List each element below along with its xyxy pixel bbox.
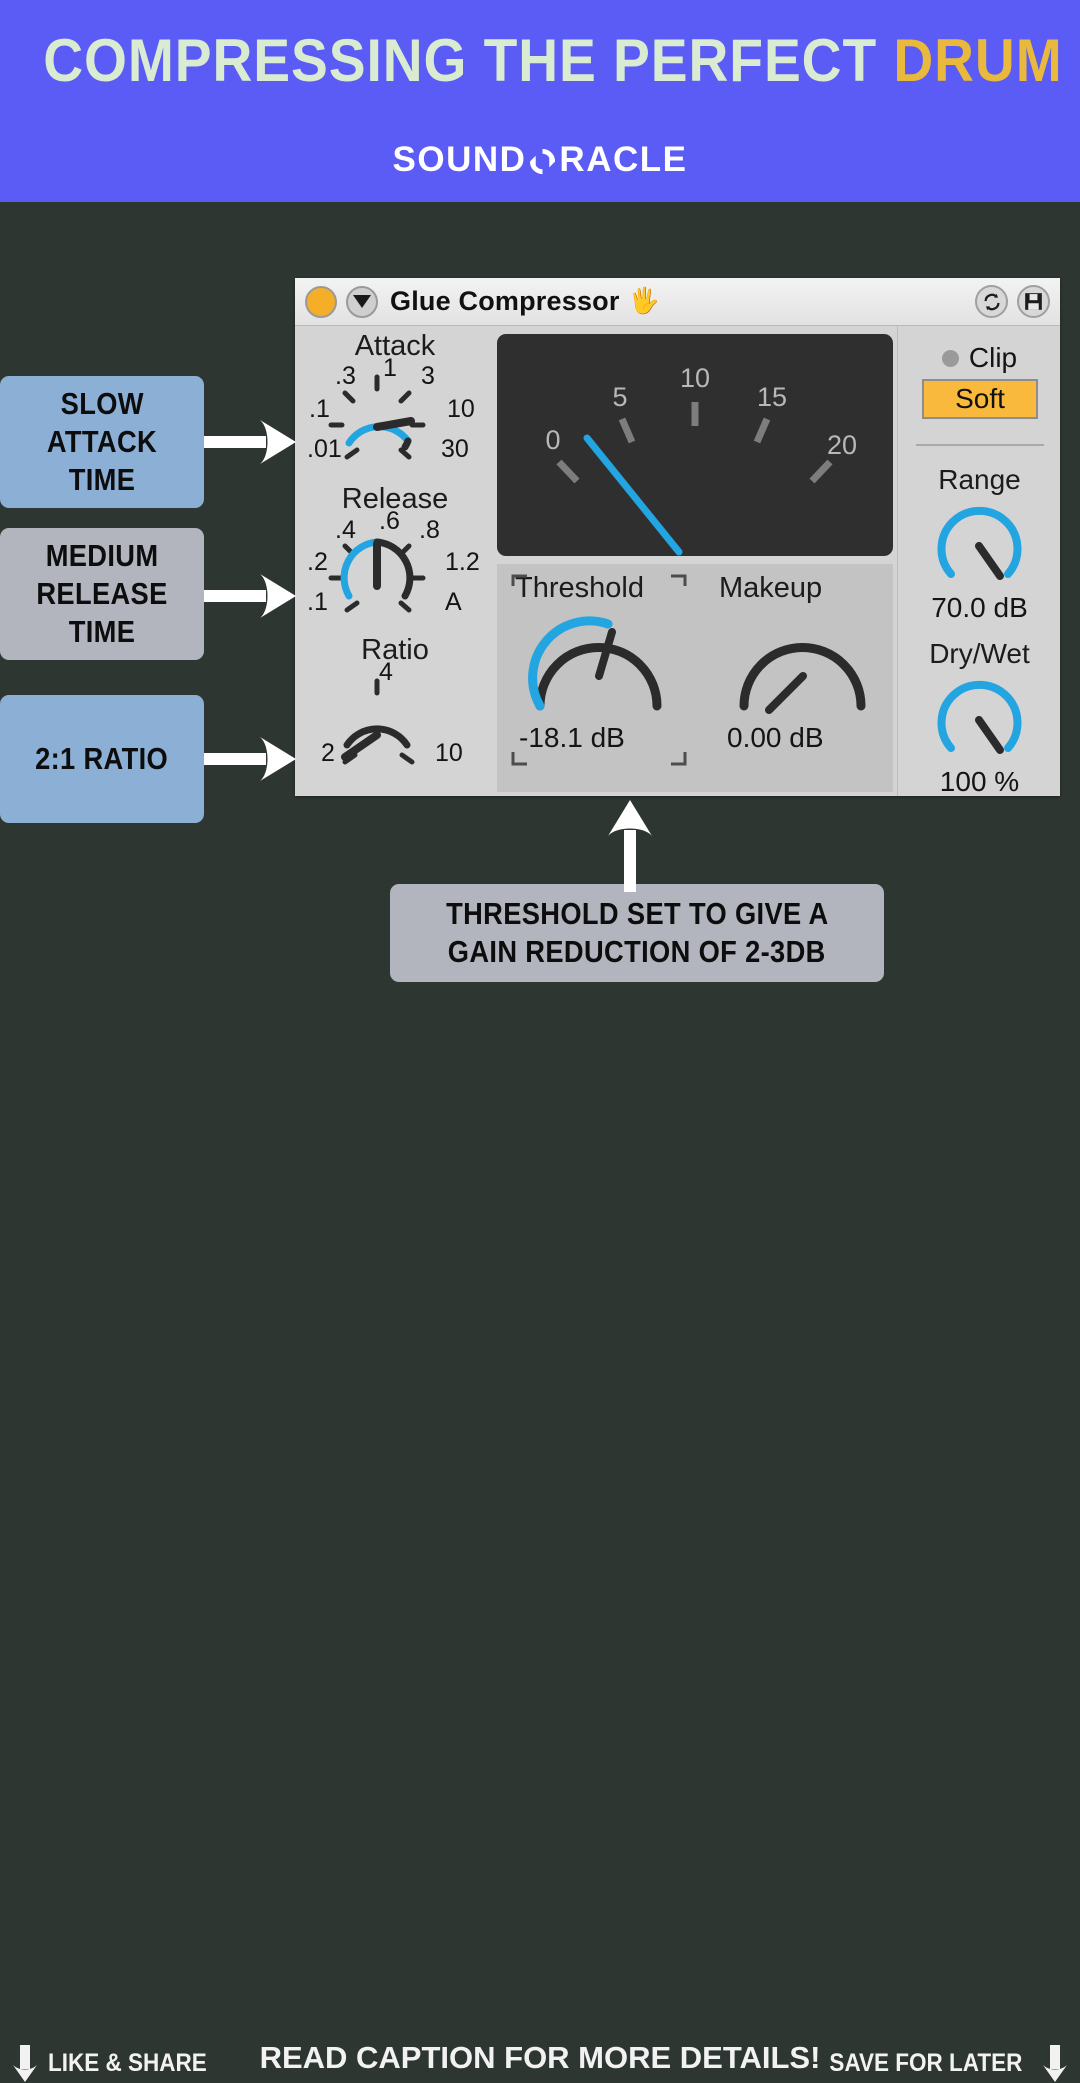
header-banner: COMPRESSING THE PERFECT DRUM BUS SOUND R… [0,0,1080,202]
meter-tick-label-3: 15 [757,382,787,412]
meter-tick-label-4: 20 [827,430,857,460]
release-knob-group[interactable]: Release .1 .2 .4 .6 .8 1.2 A [295,483,495,634]
hand-icon: 🖐 [628,287,660,315]
soft-clip-mode-button[interactable]: Soft [922,379,1038,419]
arrow-to-threshold-value [608,800,652,892]
callout-threshold: THRESHOLD SET TO GIVE A GAIN REDUCTION O… [390,884,884,982]
ratio-dial[interactable]: 2 4 10 [295,658,495,785]
callout-attack-line-1: ATTACK TIME [46,424,158,497]
right-controls-column: Clip Soft Range 70.0 dB Dry/Wet 100 % [897,326,1061,798]
callout-release-line-1: RELEASE TIME [36,576,168,649]
callout-ratio-line-0: 2:1 RATIO [35,741,169,777]
drywet-knob-graphic[interactable] [898,674,1061,770]
clip-label: Clip [968,342,1018,373]
logo-text-right: RACLE [559,140,688,179]
drywet-value[interactable]: 100 % [898,766,1061,798]
meter-graphic: 0 5 10 15 20 [545,363,857,556]
page-title-main: COMPRESSING THE PERFECT [43,27,894,94]
page-title-accent: DRUM BUS [893,27,1080,94]
logo-text-left: SOUND [392,140,527,179]
glue-compressor-plugin-window[interactable]: Glue Compressor 🖐 Attack .01 .1 .3 1 3 1… [295,278,1061,798]
range-knob-graphic[interactable] [898,500,1061,596]
callout-ratio: 2:1 RATIO [0,695,204,823]
clip-indicator-row: Clip [898,342,1061,374]
arrow-to-attack-knob [204,420,296,464]
attack-dial-graphic [328,374,426,460]
drywet-label: Dry/Wet [929,638,1030,669]
makeup-value[interactable]: 0.00 dB [727,722,824,754]
left-knob-column: Attack .01 .1 .3 1 3 10 30 Release .1 .2… [295,326,495,796]
attack-knob-group[interactable]: Attack .01 .1 .3 1 3 10 30 [295,330,495,481]
center-knobs-graphic [511,574,866,766]
meter-tick-label-0: 0 [545,425,560,455]
callout-slow-attack-time: SLOW ATTACK TIME [0,376,204,508]
callout-medium-release-time: MEDIUM RELEASE TIME [0,528,204,660]
ratio-dial-graphic [341,678,415,765]
footer-bar: LIKE & SHARE READ CAPTION FOR MORE DETAI… [0,1014,1080,2082]
plugin-title: Glue Compressor [390,286,620,316]
callout-threshold-line-1: GAIN REDUCTION OF 2-3DB [448,934,826,969]
save-disk-icon[interactable] [1017,285,1050,318]
release-dial[interactable]: .1 .2 .4 .6 .8 1.2 A [295,507,495,634]
plugin-titlebar: Glue Compressor 🖐 [295,278,1060,326]
range-label: Range [938,464,1021,495]
callout-release-line-0: MEDIUM [45,538,159,574]
threshold-value[interactable]: -18.1 dB [519,722,625,754]
meter-tick-label-1: 5 [612,382,627,412]
meter-needle [583,434,683,556]
plugin-body: Attack .01 .1 .3 1 3 10 30 Release .1 .2… [295,326,1061,798]
range-value[interactable]: 70.0 dB [898,592,1061,624]
ratio-knob-group[interactable]: Ratio 2 4 10 [295,634,495,785]
section-divider [916,444,1044,446]
arrow-to-ratio-knob [204,737,296,781]
footer-save-later-label: SAVE FOR LATER [829,2049,1022,2077]
arrow-down-icon [1043,2045,1067,2082]
meter-tick-label-2: 10 [680,363,710,393]
power-toggle-icon[interactable] [305,285,337,318]
gain-reduction-meter: 0 5 10 15 20 [497,334,893,556]
threshold-makeup-panel: Threshold Makeup -18.1 dB 0.00 dB [497,564,893,792]
callout-attack-line-0: SLOW [60,386,144,422]
brand-logo: SOUND RACLE [0,140,1080,180]
ratio-label: Ratio [361,634,429,666]
triangle-down-icon[interactable] [346,285,378,318]
attack-dial[interactable]: .01 .1 .3 1 3 10 30 [295,354,495,481]
clip-led-icon [941,349,959,367]
oracle-swirl-icon [530,148,556,174]
page-title: COMPRESSING THE PERFECT DRUM BUS [43,26,1080,95]
arrow-to-release-knob [204,574,296,618]
release-dial-graphic [328,538,426,613]
callout-threshold-line-0: THRESHOLD SET TO GIVE A [445,896,829,932]
hot-swap-icon[interactable] [975,285,1008,318]
titlebar-actions [975,285,1050,318]
